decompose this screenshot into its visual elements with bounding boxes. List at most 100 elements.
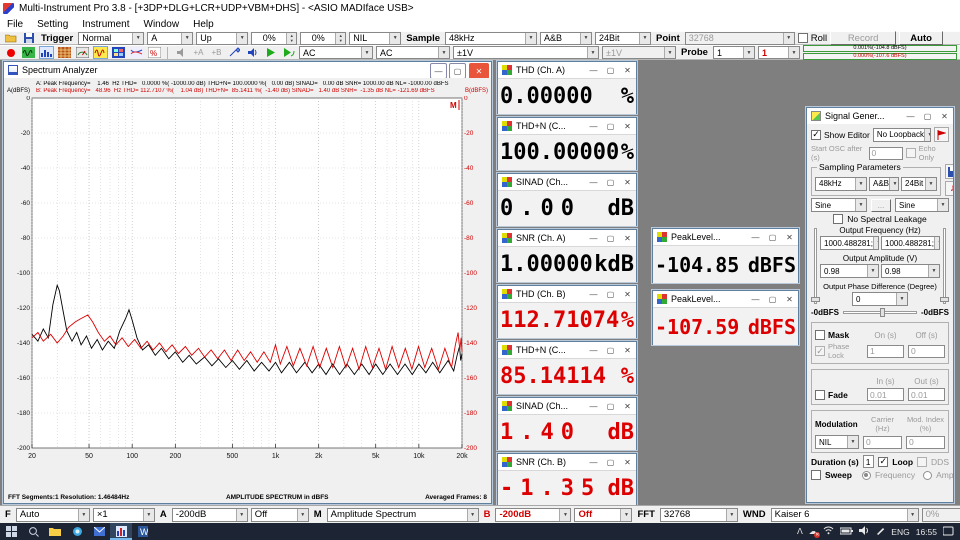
taskbar-app-browser[interactable]: [66, 523, 88, 540]
a-range-select[interactable]: -200dB▼: [172, 508, 248, 522]
fade-checkbox[interactable]: [815, 390, 825, 400]
range-a-select[interactable]: ±1V▼: [453, 46, 599, 59]
device-test-plan-icon[interactable]: %: [147, 46, 162, 59]
coupling-a-select[interactable]: AC▼: [299, 46, 373, 59]
minimize-icon[interactable]: —: [585, 398, 602, 414]
a-shift-select[interactable]: Off▼: [251, 508, 309, 522]
meter-titlebar[interactable]: SNR (Ch. A)—▢✕: [498, 230, 636, 246]
meter-titlebar[interactable]: THD+N (C...—▢✕: [498, 118, 636, 134]
search-icon[interactable]: [22, 523, 44, 540]
minimize-icon[interactable]: —: [430, 63, 447, 78]
meter-titlebar[interactable]: THD (Ch. B)—▢✕: [498, 286, 636, 302]
taskbar-app-multi-instrument[interactable]: [110, 523, 132, 540]
balance-slider[interactable]: [843, 308, 917, 317]
close-icon[interactable]: ✕: [619, 118, 636, 134]
menu-setting[interactable]: Setting: [30, 19, 75, 30]
frequency-b-select[interactable]: 1000.488281;▼: [881, 236, 940, 250]
amplitude-slider-a[interactable]: [811, 228, 820, 304]
close-icon[interactable]: ✕: [936, 108, 953, 124]
waveform-a-select[interactable]: Sine▼: [811, 198, 867, 212]
spectrum-analyzer-icon[interactable]: [39, 46, 54, 59]
maximize-icon[interactable]: ▢: [602, 174, 619, 190]
probe-b-select[interactable]: 1▼: [758, 46, 800, 59]
meter-titlebar[interactable]: THD+N (C...—▢✕: [498, 342, 636, 358]
modulation-select[interactable]: NIL▼: [815, 435, 859, 449]
onedrive-icon[interactable]: ☁✕: [809, 526, 818, 537]
signal-generator-icon[interactable]: [93, 46, 108, 59]
calibration-icon[interactable]: [227, 46, 242, 59]
close-icon[interactable]: ✕: [619, 342, 636, 358]
lissajous-icon[interactable]: [129, 46, 144, 59]
auto-button[interactable]: Auto: [899, 31, 943, 45]
menu-window[interactable]: Window: [137, 19, 187, 30]
pen-icon[interactable]: [876, 526, 885, 537]
minimize-icon[interactable]: —: [585, 230, 602, 246]
oscilloscope-icon[interactable]: [21, 46, 36, 59]
amplitude-slider-b[interactable]: [940, 228, 949, 304]
minimize-icon[interactable]: —: [585, 286, 602, 302]
taskbar-app-mail[interactable]: [88, 523, 110, 540]
loopback-select[interactable]: No Loopback▼: [873, 128, 931, 142]
language-indicator[interactable]: ENG: [891, 527, 909, 537]
minimize-icon[interactable]: —: [585, 62, 602, 78]
minimize-icon[interactable]: —: [585, 118, 602, 134]
sample-channels-select[interactable]: A&B▼: [540, 32, 592, 45]
maximize-icon[interactable]: ▢: [602, 342, 619, 358]
save-icon[interactable]: [21, 32, 36, 45]
close-icon[interactable]: ✕: [781, 229, 798, 245]
maximize-icon[interactable]: ▢: [602, 398, 619, 414]
trigger-edge-select[interactable]: Up▼: [196, 32, 248, 45]
minimize-icon[interactable]: —: [902, 108, 919, 124]
signal-generator-titlebar[interactable]: Signal Gener... — ▢ ✕: [807, 108, 953, 124]
mode-select[interactable]: Amplitude Spectrum▼: [327, 508, 479, 522]
save-settings-icon[interactable]: [945, 164, 953, 179]
maximize-icon[interactable]: ▢: [764, 229, 781, 245]
minimize-icon[interactable]: —: [585, 174, 602, 190]
duration-input[interactable]: 1: [863, 455, 875, 468]
roll-checkbox[interactable]: [798, 33, 808, 43]
close-icon[interactable]: ✕: [619, 174, 636, 190]
fft-size-select[interactable]: 32768▼: [660, 508, 738, 522]
maximize-icon[interactable]: ▢: [449, 63, 466, 78]
window-function-select[interactable]: Kaiser 6▼: [771, 508, 919, 522]
maximize-icon[interactable]: ▢: [764, 291, 781, 307]
taskbar-app-doc[interactable]: W: [132, 523, 154, 540]
amplitude-a-select[interactable]: 0.98▼: [820, 264, 879, 278]
meter-titlebar[interactable]: SNR (Ch. B)—▢✕: [498, 454, 636, 470]
spectrum-window-titlebar[interactable]: Spectrum Analyzer — ▢ ✕: [4, 62, 491, 78]
clock[interactable]: 16:55: [916, 527, 937, 537]
amplitude-b-select[interactable]: 0.98▼: [881, 264, 940, 278]
close-icon[interactable]: ✕: [469, 63, 489, 78]
no-spectral-leakage-checkbox[interactable]: [833, 214, 843, 224]
sg-channels-select[interactable]: A&B▼: [869, 177, 899, 191]
minimize-icon[interactable]: —: [747, 291, 764, 307]
minimize-icon[interactable]: —: [585, 454, 602, 470]
maximize-icon[interactable]: ▢: [602, 286, 619, 302]
music-note-icon[interactable]: ♪: [945, 181, 953, 196]
coupling-b-select[interactable]: AC▼: [376, 46, 450, 59]
zoom-select[interactable]: ×1▼: [93, 508, 155, 522]
spectrum-plot[interactable]: 20501002005001k2k5k10k20k00-20-20-40-40-…: [6, 96, 490, 486]
trigger-delay-stepper[interactable]: 0%▲▼: [300, 32, 346, 45]
sg-bits-select[interactable]: 24Bit▼: [901, 177, 937, 191]
trigger-level-stepper[interactable]: 0%▲▼: [251, 32, 297, 45]
trigger-filter-select[interactable]: NIL▼: [349, 32, 401, 45]
spectrum-3d-plot-icon[interactable]: [57, 46, 72, 59]
sample-rate-select[interactable]: 48kHz▼: [445, 32, 537, 45]
frequency-a-select[interactable]: 1000.488281;▼: [820, 236, 879, 250]
meter-titlebar[interactable]: PeakLevel...—▢✕: [653, 229, 798, 245]
data-logger-icon[interactable]: [111, 46, 126, 59]
maximize-icon[interactable]: ▢: [602, 62, 619, 78]
volume-icon[interactable]: [859, 526, 870, 537]
minimize-icon[interactable]: —: [747, 229, 764, 245]
start-button[interactable]: [0, 523, 22, 540]
minimize-icon[interactable]: —: [585, 342, 602, 358]
close-icon[interactable]: ✕: [781, 291, 798, 307]
run-flag-icon[interactable]: [934, 127, 949, 142]
phase-select[interactable]: 0▼: [852, 292, 908, 306]
run-icon[interactable]: [263, 46, 278, 59]
run-loop-icon[interactable]: [281, 46, 296, 59]
close-icon[interactable]: ✕: [619, 454, 636, 470]
frequency-axis-select[interactable]: Auto▼: [16, 508, 90, 522]
trigger-mode-select[interactable]: Normal▼: [78, 32, 144, 45]
